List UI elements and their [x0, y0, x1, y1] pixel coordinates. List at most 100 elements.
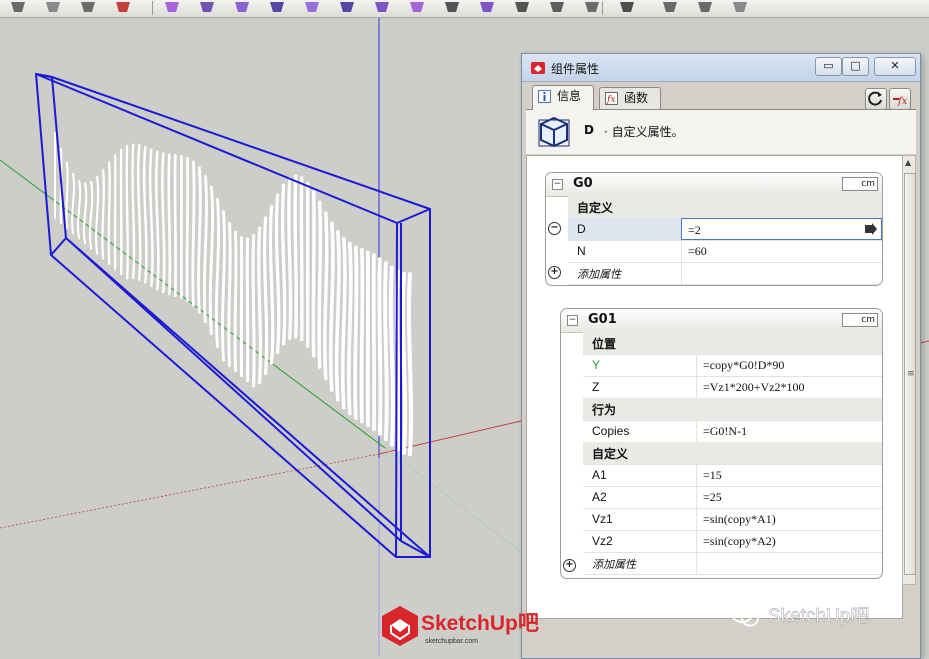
warehouse-icon[interactable] — [695, 0, 715, 14]
fin — [175, 155, 176, 295]
attribute-value[interactable]: =sin(copy*A2) — [696, 530, 882, 552]
attribute-section: 行为 — [583, 398, 882, 421]
add-attribute-icon[interactable]: + — [548, 266, 561, 279]
ruby-icon[interactable] — [113, 0, 133, 14]
watermark-left-url: sketchupbar.com — [425, 638, 478, 645]
panel-g01-title: G01 — [588, 312, 617, 327]
minimize-button[interactable]: ▭ — [815, 57, 842, 76]
dimension-icon[interactable] — [512, 0, 532, 14]
add-attribute-icon[interactable]: + — [563, 559, 576, 572]
attributes-content: − G0 cm 自定义D=2N=60添加属性 − G01 cm 位置Y=copy… — [526, 155, 903, 619]
camera-icon[interactable] — [617, 0, 637, 14]
tab-info-label: 信息 — [557, 89, 581, 103]
fin — [102, 170, 104, 258]
fin — [403, 274, 405, 453]
section-icon[interactable] — [547, 0, 567, 14]
info-icon — [538, 90, 551, 103]
offset-icon[interactable] — [407, 0, 427, 14]
attribute-name: Y — [592, 358, 600, 372]
formula-toggle-button[interactable]: fx — [889, 88, 911, 110]
attribute-value[interactable] — [681, 262, 882, 284]
close-button[interactable]: ✕ — [874, 57, 916, 76]
paint-bucket-icon[interactable] — [8, 0, 28, 14]
attribute-name: A1 — [592, 468, 607, 482]
dialog-title: 组件属性 — [551, 60, 599, 77]
attribute-row[interactable]: D=2 — [568, 218, 882, 241]
move-icon[interactable] — [302, 0, 322, 14]
fin — [223, 212, 225, 361]
attribute-row[interactable]: Copies=G0!N-1 — [583, 420, 882, 443]
scroll-thumb[interactable]: ≡ — [904, 173, 916, 575]
attribute-value[interactable]: =copy*G0!D*90 — [696, 354, 882, 376]
attribute-value[interactable]: =15 — [696, 464, 882, 486]
components-icon[interactable] — [43, 0, 63, 14]
formula-icon: fx — [890, 89, 910, 109]
attribute-row[interactable]: Vz1=sin(copy*A1) — [583, 508, 882, 531]
attribute-section: 自定义 — [568, 196, 882, 219]
layer-icon[interactable] — [660, 0, 680, 14]
sketchup-app-icon — [530, 60, 546, 76]
attribute-value[interactable]: =25 — [696, 486, 882, 508]
attribute-value[interactable]: =60 — [681, 240, 882, 262]
maximize-button[interactable]: □ — [842, 57, 869, 76]
edit-formula-arrow-icon[interactable] — [864, 222, 878, 236]
select-icon[interactable] — [162, 0, 182, 14]
attribute-name: Vz2 — [592, 534, 613, 548]
attribute-row[interactable]: A2 =25 — [583, 486, 882, 509]
attribute-value[interactable]: =2 — [681, 218, 882, 240]
fin — [265, 218, 267, 374]
grip-icon: ≡ — [907, 372, 915, 376]
tab-functions[interactable]: fx 函数 — [599, 87, 661, 109]
attribute-row[interactable]: A1 =15 — [583, 464, 882, 487]
tab-functions-label: 函数 — [624, 91, 648, 105]
collapse-toggle[interactable]: − — [552, 179, 563, 190]
add-attribute-row[interactable]: 添加属性 — [583, 552, 882, 575]
extension-icon[interactable] — [730, 0, 750, 14]
svg-text:fx: fx — [606, 95, 615, 105]
add-attribute-row[interactable]: 添加属性 — [568, 262, 882, 285]
component-cube-icon — [538, 115, 570, 149]
collapse-toggle[interactable]: − — [567, 315, 578, 326]
attribute-value[interactable]: =sin(copy*A1) — [696, 508, 882, 530]
scroll-up-arrow-icon[interactable]: ▲ — [905, 158, 911, 167]
sketchupbar-wechat-watermark: SketchUp吧 — [728, 600, 918, 630]
walk-icon[interactable] — [582, 0, 602, 14]
refresh-button[interactable] — [865, 88, 887, 110]
rotate-icon[interactable] — [337, 0, 357, 14]
attribute-value[interactable]: =G0!N-1 — [696, 420, 882, 442]
component-name: D — [584, 123, 594, 137]
fin — [253, 236, 254, 386]
fin — [301, 178, 302, 340]
attribute-row[interactable]: Z=Vz1*200+Vz2*100 — [583, 376, 882, 399]
tape-icon[interactable] — [442, 0, 462, 14]
attribute-row[interactable]: Vz2 =sin(copy*A2) — [583, 530, 882, 553]
attribute-value[interactable] — [696, 552, 882, 574]
scale-icon[interactable] — [372, 0, 392, 14]
fin — [391, 268, 393, 445]
attribute-row[interactable]: N=60 — [568, 240, 882, 263]
fin — [156, 152, 158, 289]
attribute-name: A2 — [592, 490, 607, 504]
shape-icon[interactable] — [232, 0, 252, 14]
fin — [283, 185, 285, 344]
remove-attribute-icon[interactable]: − — [548, 222, 561, 235]
panel-g0-title: G0 — [573, 176, 593, 191]
dialog-titlebar[interactable]: 组件属性 ▭ □ ✕ — [522, 54, 920, 82]
wave-fins — [55, 133, 411, 454]
units-selector[interactable]: cm — [842, 313, 878, 327]
tab-info[interactable]: 信息 — [532, 85, 594, 110]
push-pull-icon[interactable] — [267, 0, 287, 14]
function-icon: fx — [605, 92, 618, 105]
line-icon[interactable] — [197, 0, 217, 14]
sketchupbar-logo: SketchUp吧 sketchupbar.com — [381, 603, 547, 647]
units-selector[interactable]: cm — [842, 177, 878, 191]
materials-icon[interactable] — [78, 0, 98, 14]
selection-box[interactable] — [36, 74, 430, 557]
attribute-row[interactable]: Y =copy*G0!D*90 — [583, 354, 882, 377]
text-icon[interactable] — [477, 0, 497, 14]
panel-g0-header: − G0 cm — [546, 173, 882, 197]
watermark-left-brand: SketchUp吧 — [421, 612, 539, 635]
vertical-scrollbar[interactable]: ▲ ≡ — [902, 155, 916, 585]
attribute-value[interactable]: =Vz1*200+Vz2*100 — [696, 376, 882, 398]
section-label: 行为 — [592, 401, 616, 418]
